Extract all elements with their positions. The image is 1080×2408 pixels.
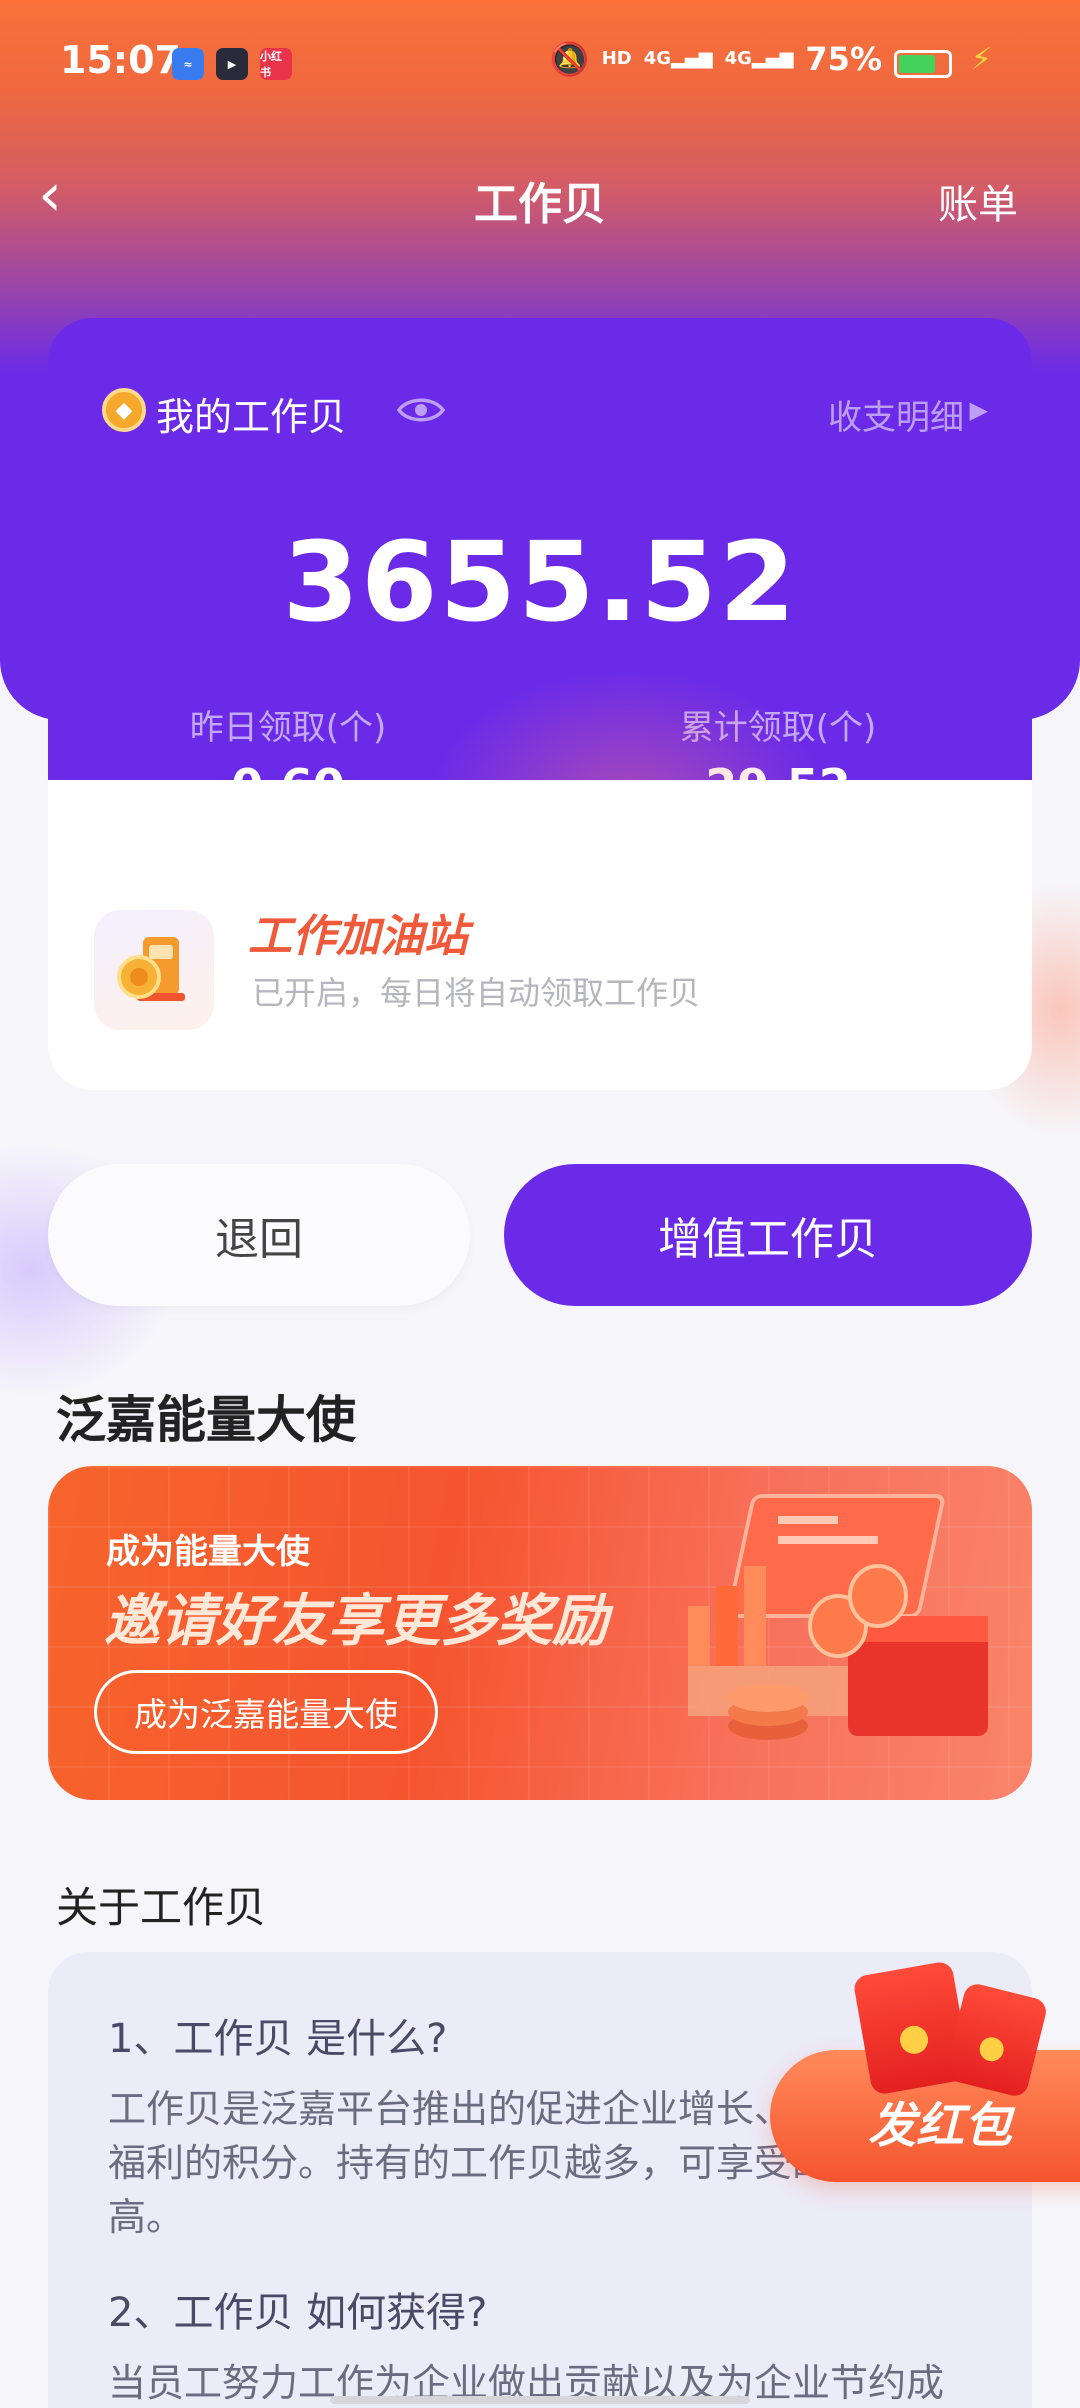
wallet-card: ◆ 我的工作贝 收支明细 ▶ 3655.52 昨日领取(个) 0.60 累计领取… xyxy=(48,318,1032,850)
wallet-label: 我的工作贝 xyxy=(156,395,347,439)
yesterday-label: 昨日领取(个) xyxy=(189,708,387,748)
about-title: 关于工作贝 xyxy=(56,1883,267,1932)
page: 15:07 ≈ ▶ 小红书 🔕 HD 4G▂▄▆ 4G▂▄▆ 75% ⚡ ‹ 工… xyxy=(0,0,1080,2408)
station-subtitle: 已开启，每日将自动领取工作贝 xyxy=(252,974,701,1012)
app-notification-icon: ≈ xyxy=(172,48,204,80)
signal-icon: 4G▂▄▆ xyxy=(643,48,713,69)
hd-icon: HD xyxy=(601,48,632,69)
station-card[interactable]: 工作加油站 已开启，每日将自动领取工作贝 xyxy=(48,780,1032,1090)
ambassador-section-title: 泛嘉能量大使 xyxy=(56,1391,356,1449)
charging-icon: ⚡ xyxy=(970,42,992,77)
page-title: 工作贝 xyxy=(474,179,606,230)
signal-icon-2: 4G▂▄▆ xyxy=(724,48,794,69)
detail-link[interactable]: 收支明细 xyxy=(828,390,964,439)
bill-button[interactable]: 账单 xyxy=(938,172,1018,230)
faq-question-2: 2、工作贝 如何获得? xyxy=(108,2290,488,2336)
banner-small-text: 成为能量大使 xyxy=(106,1532,310,1572)
send-red-packet-label: 发红包 xyxy=(868,2098,1013,2154)
boost-button[interactable]: 增值工作贝 xyxy=(504,1164,1032,1306)
mute-icon: 🔕 xyxy=(549,40,590,78)
eye-icon[interactable] xyxy=(396,394,446,426)
ambassador-banner[interactable]: 成为能量大使 邀请好友享更多奖励 成为泛嘉能量大使 xyxy=(48,1466,1032,1800)
banner-illustration xyxy=(688,1494,988,1740)
battery-icon xyxy=(894,50,952,78)
become-ambassador-button[interactable]: 成为泛嘉能量大使 xyxy=(94,1670,438,1754)
status-bar: 15:07 ≈ ▶ 小红书 🔕 HD 4G▂▄▆ 4G▂▄▆ 75% ⚡ xyxy=(0,30,1080,100)
red-app-icon: 小红书 xyxy=(260,48,292,80)
status-time: 15:07 xyxy=(60,38,181,82)
return-button[interactable]: 退回 xyxy=(48,1164,470,1306)
station-title: 工作加油站 xyxy=(248,911,468,962)
video-app-icon: ▶ xyxy=(216,48,248,80)
coin-icon: ◆ xyxy=(102,388,146,432)
fuel-station-icon xyxy=(94,910,214,1030)
faq-question-1: 1、工作贝 是什么? xyxy=(108,2016,448,2062)
home-indicator[interactable] xyxy=(330,2396,750,2404)
battery-percent: 75% xyxy=(805,40,882,78)
banner-headline: 邀请好友享更多奖励 xyxy=(104,1589,608,1654)
triangle-right-icon: ▶ xyxy=(969,396,988,424)
total-label: 累计领取(个) xyxy=(679,708,877,748)
balance-amount: 3655.52 xyxy=(282,518,798,646)
